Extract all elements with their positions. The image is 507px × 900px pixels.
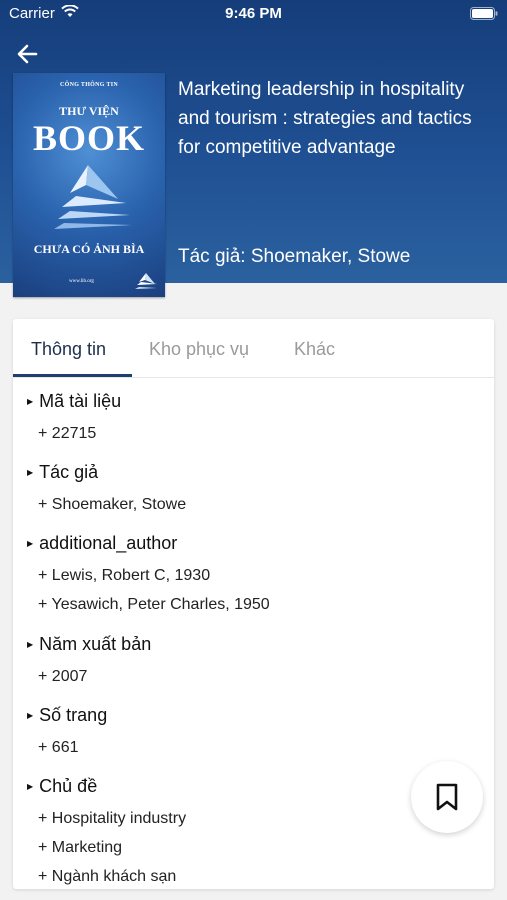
triangle-right-icon: ▶	[27, 468, 34, 477]
section-value: + 661	[38, 739, 79, 756]
section-value: + Hospitality industry	[38, 810, 187, 827]
cover-url: www.lib.org	[69, 279, 94, 284]
cover-publisher: CÔNG THÔNG TIN	[60, 82, 118, 88]
section-label: Chủ đề	[39, 776, 98, 796]
section-label: Mã tài liệu	[39, 391, 122, 411]
section-value: + Shoemaker, Stowe	[38, 496, 187, 513]
tab-bar: Thông tin Kho phục vụ Khác	[13, 319, 494, 378]
cover-line3: CHƯA CÓ ẢNH BÌA	[33, 242, 145, 256]
cover-line2: BOOK	[32, 118, 146, 158]
section-label: Tác giả	[39, 462, 99, 482]
tab-holdings[interactable]: Kho phục vụ	[149, 339, 249, 360]
tab-indicator	[13, 374, 132, 377]
section-label: Năm xuất bản	[39, 634, 152, 654]
section-value: + 22715	[38, 425, 97, 442]
battery-icon	[470, 7, 498, 24]
section-pages-heading: ▶ Số trang	[27, 705, 107, 726]
bookmark-icon	[436, 783, 458, 811]
tab-info[interactable]: Thông tin	[31, 339, 106, 360]
tab-other[interactable]: Khác	[294, 339, 335, 360]
status-time: 9:46 PM	[225, 5, 282, 22]
section-additional-author-heading: ▶ additional_author	[27, 533, 177, 554]
triangle-right-icon: ▶	[27, 711, 34, 720]
arrow-left-icon	[17, 44, 38, 64]
back-button[interactable]	[14, 40, 42, 68]
section-value: + 2007	[38, 668, 88, 685]
cover-mini-logo-icon	[135, 273, 157, 294]
section-value: + Lewis, Robert C, 1930	[38, 567, 211, 584]
cover-logo-icon	[48, 163, 132, 238]
section-subject-heading: ▶ Chủ đề	[27, 776, 97, 797]
bookmark-button[interactable]	[411, 761, 483, 833]
triangle-right-icon: ▶	[27, 539, 34, 548]
section-label: Số trang	[39, 705, 108, 725]
section-value: + Ngành khách sạn	[38, 868, 177, 885]
triangle-right-icon: ▶	[27, 640, 34, 649]
section-value: + Marketing	[38, 839, 123, 856]
triangle-right-icon: ▶	[27, 397, 34, 406]
section-author-heading: ▶ Tác giả	[27, 462, 98, 483]
triangle-right-icon: ▶	[27, 782, 34, 791]
section-label: additional_author	[39, 533, 178, 553]
book-cover: CÔNG THÔNG TIN THƯ VIỆN BOOK CHƯA CÓ ẢNH…	[13, 73, 165, 297]
status-bar: Carrier 9:46 PM	[0, 0, 507, 28]
book-author: Tác giả: Shoemaker, Stowe	[178, 246, 411, 267]
section-id-heading: ▶ Mã tài liệu	[27, 391, 121, 412]
book-title: Marketing leadership in hospitality and …	[178, 79, 472, 158]
section-year-heading: ▶ Năm xuất bản	[27, 634, 151, 655]
section-value: + Yesawich, Peter Charles, 1950	[38, 596, 270, 613]
